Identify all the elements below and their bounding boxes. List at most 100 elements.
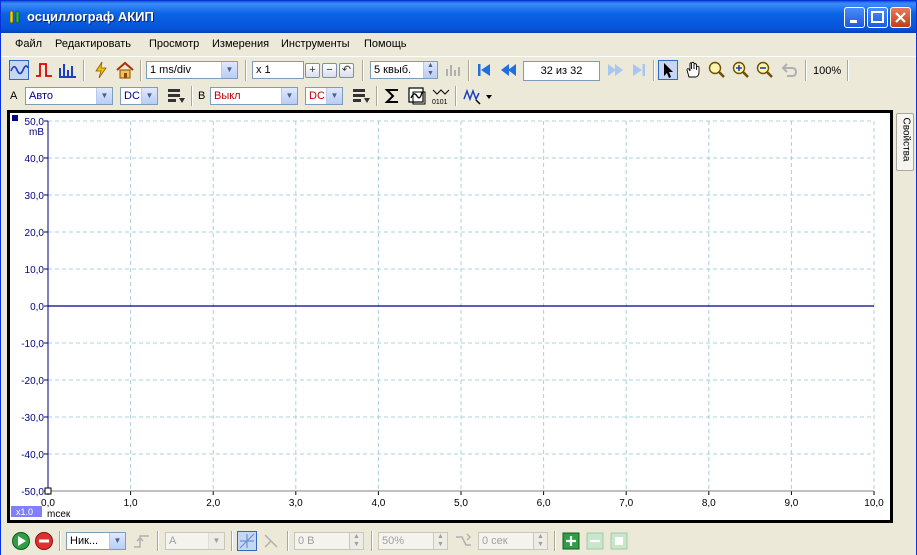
channel-b-coupling-value: DC [309,90,325,102]
y-tick-label: 40,0 [25,154,45,165]
y-tick-label: -30,0 [21,413,44,424]
spinner-arrows-icon: ▲ ▼ [423,62,437,78]
trigger-level-spinner[interactable]: 0 В ▲ ▼ [294,532,364,550]
separator [191,86,193,106]
y-tick-label: -50,0 [21,487,44,498]
trigger-delay-icon[interactable] [453,531,473,551]
zoom-factor-minus-button[interactable]: − [322,63,337,78]
separator [140,60,142,81]
separator [245,60,247,81]
separator [287,531,289,551]
math-channels-icon[interactable] [383,86,403,106]
timebase-select[interactable]: 1 ms/div ▼ [146,61,238,79]
scope-plot[interactable]: 50,040,030,020,010,00,0-10,0-20,0-30,0-4… [10,113,890,520]
menu-edit[interactable]: Редактировать [55,38,131,50]
zoom-tool-icon[interactable] [707,60,727,80]
app-icon [9,10,20,24]
zoom-factor-value: x 1 [256,64,271,76]
chevron-down-icon: ▼ [141,88,157,104]
x-tick-label: 0,0 [41,498,55,509]
pretrigger-value: 50% [382,535,405,547]
edit-measurement-icon[interactable] [609,531,629,551]
chevron-down-icon: ▼ [109,533,125,549]
chevron-down-icon: ▼ [221,62,237,78]
x-unit-label: mсек [47,509,71,520]
minimize-button[interactable] [844,7,865,28]
first-capture-icon[interactable] [474,60,494,80]
zoom-out-icon[interactable] [755,60,775,80]
separator [653,60,655,81]
x-tick-label: 6,0 [537,498,551,509]
samples-spinner[interactable]: 5 квыб. ▲ ▼ [370,61,438,79]
channel-b-options-icon[interactable] [351,86,371,106]
y-tick-label: 0,0 [30,302,44,313]
trigger-marker-tool-icon[interactable] [237,531,257,551]
trigger-level-value: 0 В [298,535,315,547]
trigger-edge-icon[interactable] [132,531,152,551]
separator [157,531,159,551]
add-measurement-icon[interactable] [561,531,581,551]
trigger-channel-select[interactable]: A ▼ [165,532,225,550]
trigger-delay-value: 0 сек [482,535,508,547]
channel-a-range-value: Авто [29,90,53,102]
menu-view[interactable]: Просмотр [149,38,199,50]
channel-b-coupling-select[interactable]: DC ▼ [305,87,343,105]
spinner-arrows-icon: ▲ ▼ [433,533,447,549]
trigger-mode-value: Ник... [70,535,99,547]
trigger-mode-select[interactable]: Ник... ▼ [66,532,126,550]
trigger-delay-spinner[interactable]: 0 сек ▲ ▼ [478,532,548,550]
title-bar[interactable]: осциллограф АКИП [1,1,916,33]
capture-counter-field[interactable]: 32 из 32 [523,61,600,81]
chevron-down-icon: ▼ [96,88,112,104]
channel-a-options-icon[interactable] [166,86,186,106]
hand-tool-icon[interactable] [683,60,703,80]
channel-b-range-select[interactable]: Выкл ▼ [210,87,298,105]
channel-b-label: B [198,90,206,102]
channel-a-label: A [10,90,18,102]
remove-measurement-icon[interactable] [585,531,605,551]
signal-generator-icon[interactable] [443,60,463,80]
scope-mode-icon[interactable] [9,60,29,80]
window-title: осциллограф АКИП [27,9,154,24]
menu-tools[interactable]: Инструменты [281,38,350,50]
zoom-factor-field[interactable]: x 1 [252,61,304,79]
next-capture-icon[interactable] [606,60,626,80]
menu-help[interactable]: Помощь [364,38,407,50]
stop-icon[interactable] [34,531,54,551]
oscilloscope-view[interactable]: 50,0 40,0 30,0 20,0 10,0 0,0 -10,0 -20,0 -30,0 -4… [7,110,893,523]
home-icon[interactable] [115,60,135,80]
separator [805,60,807,81]
spectrum-mode-icon[interactable] [57,60,77,80]
last-capture-icon[interactable] [629,60,649,80]
previous-capture-icon[interactable] [498,60,518,80]
auto-setup-icon[interactable] [91,60,111,80]
plus-icon: + [309,64,316,76]
persistence-mode-icon[interactable] [34,60,54,80]
maximize-button[interactable] [867,7,888,28]
pointer-tool-icon[interactable] [658,60,678,80]
properties-tab[interactable]: Свойства [896,113,914,171]
serial-decoding-icon[interactable]: 0101 [431,86,451,106]
start-icon[interactable] [11,531,31,551]
zoom-in-icon[interactable] [731,60,751,80]
menu-file[interactable]: Файл [15,38,42,50]
serial-decoding-icon-text: 0101 [432,99,448,106]
close-button[interactable] [890,7,911,28]
pretrigger-spinner[interactable]: 50% ▲ ▼ [378,532,448,550]
menu-measurements[interactable]: Измерения [212,38,269,50]
spinner-arrows-icon: ▲ ▼ [533,533,547,549]
trigger-waveform-icon[interactable] [462,86,494,106]
x-tick-label: 7,0 [619,498,633,509]
x-tick-label: 2,0 [206,498,220,509]
y-tick-label: 20,0 [25,228,45,239]
chevron-down-icon: ▼ [208,533,224,549]
undo-zoom-icon[interactable] [779,60,799,80]
channel-a-coupling-select[interactable]: DC ▼ [120,87,158,105]
zoom-factor-plus-button[interactable]: + [305,63,320,78]
zoom-factor-reset-button[interactable]: ↶ [339,63,354,78]
samples-value: 5 квыб. [374,64,412,76]
trigger-scissors-icon[interactable] [261,531,281,551]
channel-a-range-select[interactable]: Авто ▼ [25,87,113,105]
separator [455,86,457,106]
reference-waveform-icon[interactable] [407,86,427,106]
